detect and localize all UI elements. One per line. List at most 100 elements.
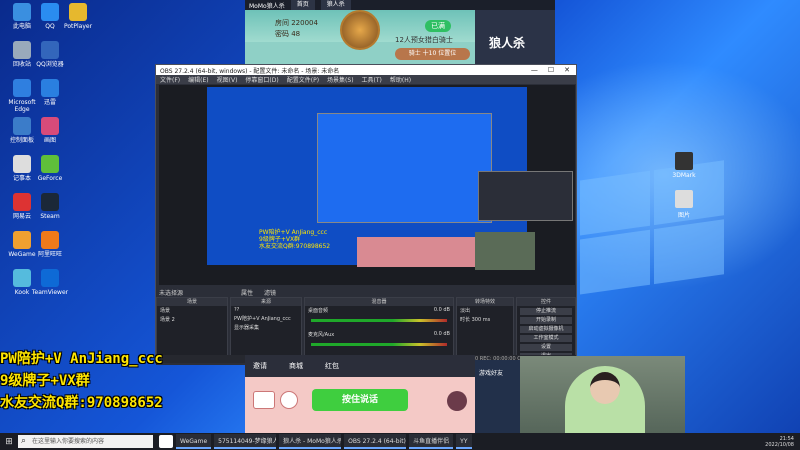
nav-shop[interactable]: 商城 <box>289 361 303 371</box>
mixer-channel-label: 麦克风/Aux <box>308 332 335 338</box>
desktop-icon[interactable]: PotPlayer <box>58 3 98 30</box>
nested-overlay-text: PW陪护+V AnJiang_ccc 9级牌子+VX群 水友交流Q群:97089… <box>259 229 330 250</box>
nested-line-1: PW陪护+V AnJiang_ccc <box>259 229 328 236</box>
app-icon <box>41 79 59 97</box>
menu-item[interactable]: 停靠窗口(D) <box>245 75 278 84</box>
mixer-db: 0.0 dB <box>433 307 450 313</box>
obs-preview[interactable]: PW陪护+V AnJiang_ccc 9级牌子+VX群 水友交流Q群:97089… <box>159 85 575 285</box>
control-button[interactable]: 启动虚拟摄像机 <box>520 326 572 333</box>
control-button[interactable]: 停止推流 <box>520 308 572 315</box>
controls-title: 控件 <box>517 298 575 306</box>
taskbar-task[interactable]: 575114049-梦缘狼人杀 <box>214 434 277 449</box>
app-icon <box>13 193 31 211</box>
desktop-icon-label: 阿里旺旺 <box>37 251 62 258</box>
nav-redpacket[interactable]: 红包 <box>325 361 339 371</box>
momo-window[interactable]: MoMo狼人杀 首页 狼人杀 房间 220004 密码 48 已满 12人预女猎… <box>245 0 555 70</box>
obs-titlebar[interactable]: OBS 27.2.4 (64-bit, windows) - 配置文件: 未命名… <box>156 65 576 75</box>
mixer-dock: 混音器 桌面音频 0.0 dB 麦克风/Aux 0.0 dB <box>304 297 454 363</box>
desktop-icon[interactable]: 图片 <box>666 190 702 219</box>
minimize-icon[interactable]: — <box>531 66 538 74</box>
desktop-icon[interactable]: 迅雷 <box>30 79 70 106</box>
menu-item[interactable]: 文件(F) <box>160 75 180 84</box>
taskbar-task[interactable]: 斗鱼直播伴侣 <box>409 434 454 449</box>
control-button[interactable]: 工作室模式 <box>520 335 572 342</box>
emoji-icon[interactable] <box>280 391 298 409</box>
duration-input[interactable]: 300 ms <box>472 317 491 323</box>
webcam-feed <box>520 356 685 433</box>
desktop-icon-label: 画图 <box>43 137 56 144</box>
app-icon <box>13 231 31 249</box>
role-icon[interactable] <box>447 391 467 411</box>
menu-item[interactable]: 配置文件(P) <box>287 75 319 84</box>
task-view-icon[interactable] <box>159 435 173 448</box>
desktop-icon[interactable]: 3DMark <box>666 152 702 179</box>
app-icon <box>41 269 59 287</box>
properties-tab[interactable]: 属性 <box>241 288 253 297</box>
source-item[interactable]: PW陪护+V AnJiang_ccc <box>231 314 301 323</box>
desktop-icon[interactable]: QQ浏览器 <box>30 41 70 68</box>
desktop-icon[interactable]: GeForce <box>30 155 70 182</box>
taskbar-search-input[interactable]: 在这里输入你要搜索的内容 <box>18 435 153 448</box>
momo-tab-game[interactable]: 狼人杀 <box>320 0 351 10</box>
scenes-dock: 场景 场景 场景 2 <box>156 297 228 363</box>
start-icon[interactable]: ⊞ <box>0 437 18 447</box>
desktop-icon-label: GeForce <box>37 175 63 182</box>
menu-item[interactable]: 场景集(S) <box>327 75 354 84</box>
game-nav: 邀请 商城 红包 <box>245 355 475 377</box>
volume-meter[interactable] <box>311 343 447 346</box>
volume-meter[interactable] <box>311 319 447 322</box>
obs-title: OBS 27.2.4 (64-bit, windows) - 配置文件: 未命名… <box>160 67 340 75</box>
game-chat-panel: 邀请 商城 红包 按住说话 <box>245 355 475 433</box>
taskbar-task[interactable]: 狼人杀 - MoMo狼人杀 <box>279 434 342 449</box>
friends-label[interactable]: 游戏好友 <box>479 368 516 377</box>
taskbar-pinned <box>159 435 173 448</box>
desktop-icon[interactable]: 阿里旺旺 <box>30 231 70 258</box>
desktop-icon[interactable]: Steam <box>30 193 70 220</box>
app-icon <box>41 231 59 249</box>
momo-sidebar: 狼人杀 <box>475 10 555 70</box>
desktop-icon-label: QQ浏览器 <box>36 61 64 68</box>
source-item[interactable]: ?? <box>231 306 301 314</box>
app-icon <box>13 79 31 97</box>
momo-titlebar[interactable]: MoMo狼人杀 首页 狼人杀 <box>245 0 555 10</box>
app-icon <box>675 190 693 208</box>
app-icon <box>69 3 87 21</box>
desktop-icon-label: PotPlayer <box>63 23 93 30</box>
obs-window[interactable]: OBS 27.2.4 (64-bit, windows) - 配置文件: 未命名… <box>155 64 577 365</box>
taskbar-task[interactable]: WeGame <box>176 434 212 449</box>
control-button[interactable]: 开始录制 <box>520 317 572 324</box>
desktop-icon[interactable]: TeamViewer <box>30 269 70 296</box>
push-to-talk-button[interactable]: 按住说话 <box>312 389 408 411</box>
desktop-icon[interactable]: 画图 <box>30 117 70 144</box>
momo-tab-home[interactable]: 首页 <box>290 0 315 10</box>
transition-select[interactable]: 淡出 <box>457 306 513 315</box>
taskbar-task[interactable]: YY <box>456 434 472 449</box>
momo-tab-app[interactable]: MoMo狼人杀 <box>249 1 285 10</box>
taskbar-task[interactable]: OBS 27.2.4 (64-bit) <box>344 434 407 449</box>
clock-date[interactable]: 2022/10/08 <box>765 442 794 448</box>
menu-item[interactable]: 帮助(H) <box>390 75 411 84</box>
room-number: 房间 220004 <box>275 19 318 27</box>
control-button[interactable]: 设置 <box>520 344 572 351</box>
menu-item[interactable]: 工具(T) <box>362 75 382 84</box>
menu-item[interactable]: 视图(V) <box>217 75 238 84</box>
seat-banner[interactable]: 骑士 十10 位置位 <box>395 48 470 60</box>
app-icon <box>41 193 59 211</box>
game-coin-icon <box>340 10 380 50</box>
keyboard-icon[interactable] <box>253 391 275 409</box>
nested-line-2: 9级牌子+VX群 <box>259 236 301 243</box>
close-icon[interactable]: ✕ <box>564 66 570 74</box>
stream-overlay-text: PW陪护+V AnJiang_ccc 9级牌子+VX群 水友交流Q群:97089… <box>0 348 163 414</box>
source-item[interactable]: 显示器采集 <box>231 323 301 332</box>
maximize-icon[interactable]: ☐ <box>548 66 554 74</box>
desktop-icon-label: TeamViewer <box>31 289 69 296</box>
scene-item[interactable]: 场景 2 <box>157 315 227 324</box>
room-info: 房间 220004 密码 48 <box>275 18 318 40</box>
menu-item[interactable]: 编辑(E) <box>188 75 208 84</box>
desktop-icon-label: 3DMark <box>672 172 696 179</box>
scene-item[interactable]: 场景 <box>157 306 227 315</box>
filters-tab[interactable]: 滤镜 <box>264 288 276 297</box>
app-icon <box>13 155 31 173</box>
nav-invite[interactable]: 邀请 <box>253 361 267 371</box>
transitions-title: 转场特效 <box>457 298 513 306</box>
